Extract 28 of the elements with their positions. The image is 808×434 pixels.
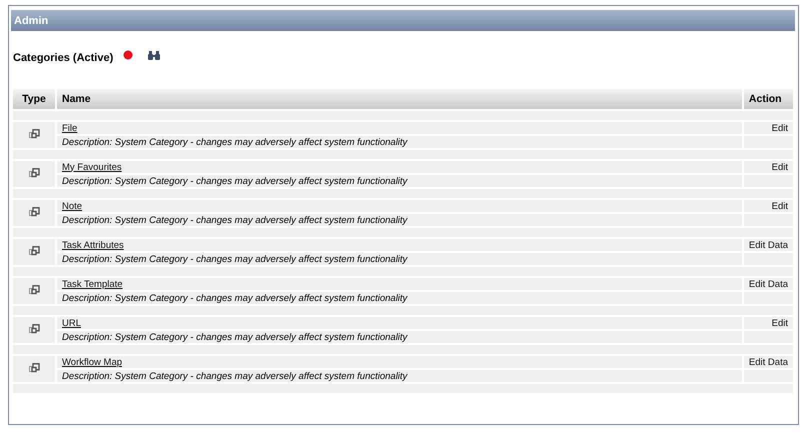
category-link[interactable]: File xyxy=(62,122,78,134)
category-link[interactable]: Workflow Map xyxy=(62,356,122,368)
category-link[interactable]: Note xyxy=(62,200,82,212)
category-link[interactable]: Task Template xyxy=(62,278,123,290)
category-description: Description: System Category - changes may adversely affect system functionality xyxy=(62,292,408,304)
category-icon xyxy=(28,206,40,216)
section-title: Categories (Active) xyxy=(13,52,114,64)
category-link[interactable]: Task Attributes xyxy=(62,240,124,250)
category-icon xyxy=(28,246,40,256)
category-icon xyxy=(28,362,40,372)
category-link[interactable]: My Favourites xyxy=(62,162,122,172)
category-link[interactable]: URL xyxy=(62,318,82,328)
category-icon xyxy=(28,168,40,178)
column-header: Type xyxy=(13,89,55,109)
category-description: Description: System Category - changes may adversely affect system functionality xyxy=(62,332,408,342)
category-icon xyxy=(28,284,40,294)
category-description: Description: System Category - changes may adversely affect system functionality xyxy=(62,136,408,148)
column-header: Name xyxy=(57,89,742,109)
status-dot-icon[interactable] xyxy=(123,50,134,60)
category-description: Description: System Category - changes may adversely affect system functionality xyxy=(62,370,408,382)
category-icon xyxy=(28,128,40,138)
category-description: Description: System Category - changes may adversely affect system functionality xyxy=(62,214,408,226)
column-header: Action xyxy=(744,89,793,109)
category-description: Description: System Category - changes may adversely affect system functionality xyxy=(62,176,408,186)
panel-title: Admin xyxy=(14,14,48,26)
binoculars-icon[interactable] xyxy=(148,50,160,60)
category-description: Description: System Category - changes may adversely affect system functionality xyxy=(62,254,408,264)
category-icon xyxy=(28,324,40,334)
